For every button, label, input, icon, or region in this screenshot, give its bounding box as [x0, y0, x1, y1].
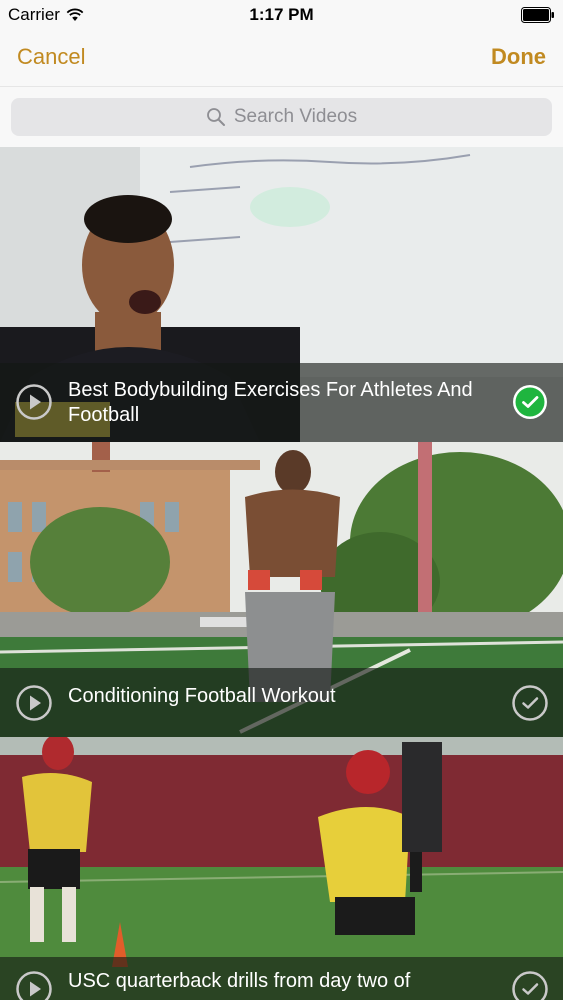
cancel-button[interactable]: Cancel: [17, 44, 85, 70]
video-list[interactable]: Best Bodybuilding Exercises For Athletes…: [0, 147, 563, 1000]
search-icon: [206, 108, 225, 126]
video-cell[interactable]: Conditioning Football Workout: [0, 442, 563, 737]
checkmark-circle-filled-icon[interactable]: [511, 383, 549, 421]
search-placeholder: Search Videos: [233, 106, 358, 127]
checkmark-circle-outline-icon[interactable]: [511, 970, 549, 1000]
play-icon[interactable]: [15, 970, 53, 1000]
video-title: Conditioning Football Workout: [68, 685, 336, 707]
video-cell[interactable]: USC quarterback drills from day two of: [0, 737, 563, 1000]
status-bar: Carrier 1:17 PM: [0, 0, 563, 30]
video-title: USC quarterback drills from day two of: [68, 970, 411, 992]
play-icon[interactable]: [15, 684, 53, 722]
battery-icon: [521, 7, 554, 23]
checkmark-circle-outline-icon[interactable]: [511, 684, 549, 722]
video-title: Best Bodybuilding Exercises For Athletes…: [68, 379, 473, 426]
status-time: 1:17 PM: [249, 5, 314, 24]
play-icon[interactable]: [15, 383, 53, 421]
done-button[interactable]: Done: [491, 44, 546, 70]
search-bar: Search Videos: [0, 86, 563, 147]
video-cell[interactable]: Best Bodybuilding Exercises For Athletes…: [0, 147, 563, 442]
search-input[interactable]: Search Videos: [11, 98, 552, 136]
navigation-bar: Cancel Done: [0, 30, 563, 86]
